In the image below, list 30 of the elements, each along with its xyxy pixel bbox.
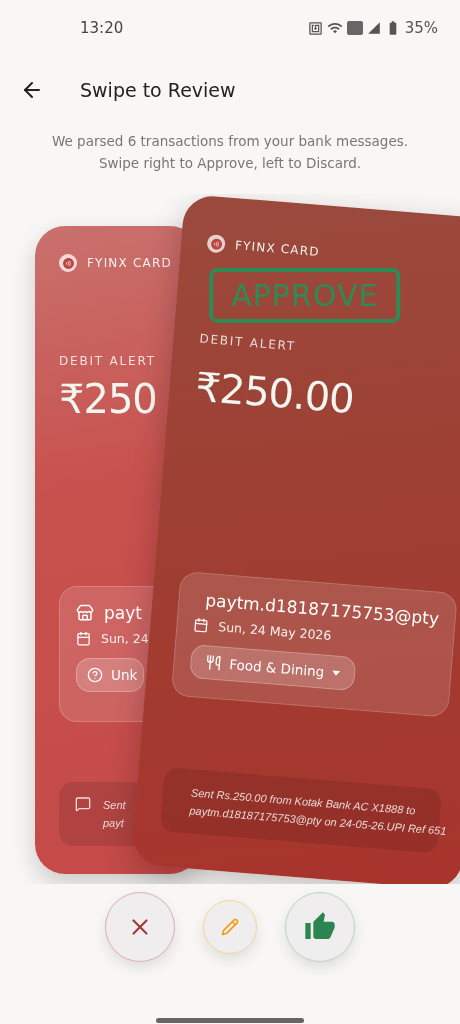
signal-icon [366, 21, 381, 35]
page-title: Swipe to Review [80, 79, 236, 101]
transaction-date: Sun, 24 [101, 631, 149, 646]
home-indicator[interactable] [156, 1018, 304, 1023]
amount: ₹250 [59, 376, 157, 422]
wifi-icon [326, 20, 343, 36]
nfc-icon [307, 20, 323, 36]
category-dropdown[interactable]: Food & Dining [189, 644, 357, 692]
sms-text: Sent payt [103, 798, 126, 831]
card-brand: FYINX CARD [87, 256, 172, 270]
category-dropdown[interactable]: Unk [76, 658, 145, 692]
store-icon [76, 604, 94, 622]
alert-label: DEBIT ALERT [59, 354, 156, 368]
pencil-icon [221, 918, 239, 936]
intro-text: We parsed 6 transactions from your bank messages. Swipe right to Approve, left to Discard. [50, 132, 410, 173]
utensils-icon [204, 654, 223, 672]
alert-label: DEBIT ALERT [198, 331, 297, 354]
amount: ₹250.00 [193, 363, 356, 423]
status-time: 13:20 [80, 19, 125, 37]
merchant-name: payt [104, 603, 142, 623]
edit-button[interactable] [203, 900, 257, 954]
battery-percent: 35% [404, 19, 438, 37]
card-brand: FYINX CARD [234, 238, 321, 259]
question-icon [87, 667, 103, 683]
approve-stamp: APPROVE [209, 267, 401, 323]
caret-icon [331, 669, 341, 676]
contactless-icon [206, 233, 226, 254]
calendar-icon [76, 631, 91, 646]
message-icon [75, 796, 91, 812]
contactless-icon [59, 254, 77, 272]
